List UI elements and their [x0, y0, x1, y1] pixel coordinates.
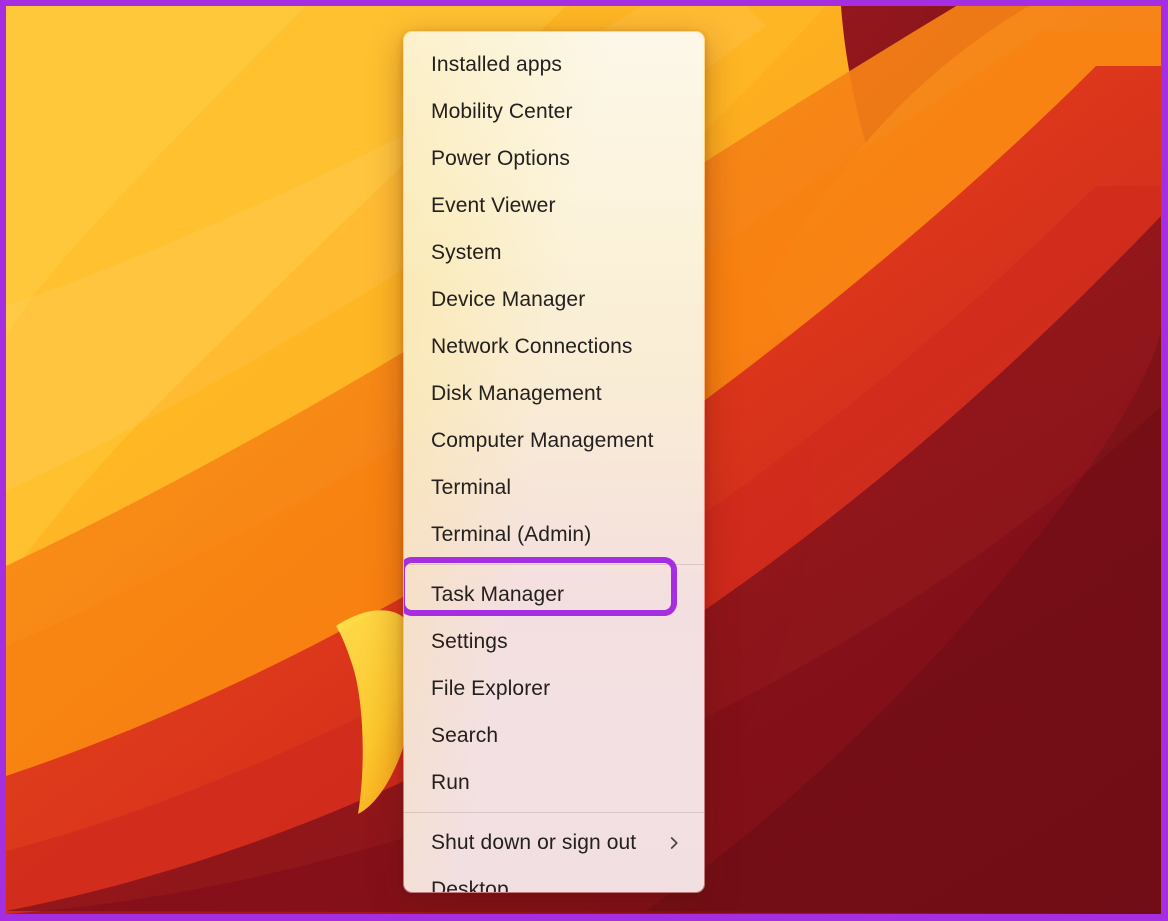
menu-item-settings[interactable]: Settings — [404, 618, 704, 665]
win-x-context-menu[interactable]: Installed apps Mobility Center Power Optio… — [403, 31, 705, 893]
menu-item-disk-management[interactable]: Disk Management — [404, 370, 704, 417]
menu-item-label: Terminal (Admin) — [431, 524, 688, 545]
menu-item-label: Event Viewer — [431, 195, 688, 216]
menu-item-label: Installed apps — [431, 54, 688, 75]
menu-item-label: Power Options — [431, 148, 688, 169]
menu-item-label: Computer Management — [431, 430, 688, 451]
menu-item-label: Shut down or sign out — [431, 832, 666, 853]
menu-item-desktop[interactable]: Desktop — [404, 866, 704, 893]
menu-item-mobility-center[interactable]: Mobility Center — [404, 88, 704, 135]
desktop-wallpaper[interactable]: Installed apps Mobility Center Power Optio… — [6, 6, 1161, 914]
menu-item-terminal-admin[interactable]: Terminal (Admin) — [404, 511, 704, 558]
menu-separator — [404, 812, 704, 813]
menu-item-file-explorer[interactable]: File Explorer — [404, 665, 704, 712]
menu-item-network-connections[interactable]: Network Connections — [404, 323, 704, 370]
menu-item-label: Task Manager — [431, 584, 688, 605]
menu-separator — [404, 564, 704, 565]
menu-item-label: Search — [431, 725, 688, 746]
menu-item-run[interactable]: Run — [404, 759, 704, 806]
menu-item-shut-down-or-sign-out[interactable]: Shut down or sign out — [404, 819, 704, 866]
menu-item-terminal[interactable]: Terminal — [404, 464, 704, 511]
menu-item-label: System — [431, 242, 688, 263]
menu-item-label: Terminal — [431, 477, 688, 498]
menu-item-label: Run — [431, 772, 688, 793]
menu-item-label: Mobility Center — [431, 101, 688, 122]
menu-item-computer-management[interactable]: Computer Management — [404, 417, 704, 464]
context-menu-list: Installed apps Mobility Center Power Optio… — [404, 32, 704, 892]
menu-item-search[interactable]: Search — [404, 712, 704, 759]
menu-item-label: Disk Management — [431, 383, 688, 404]
menu-item-label: Settings — [431, 631, 688, 652]
menu-item-device-manager[interactable]: Device Manager — [404, 276, 704, 323]
menu-item-power-options[interactable]: Power Options — [404, 135, 704, 182]
menu-item-event-viewer[interactable]: Event Viewer — [404, 182, 704, 229]
menu-item-label: Network Connections — [431, 336, 688, 357]
chevron-right-icon — [666, 835, 682, 851]
menu-item-label: Desktop — [431, 879, 688, 893]
annotated-screenshot: Installed apps Mobility Center Power Optio… — [0, 0, 1168, 921]
menu-item-label: File Explorer — [431, 678, 688, 699]
menu-item-installed-apps[interactable]: Installed apps — [404, 41, 704, 88]
menu-item-label: Device Manager — [431, 289, 688, 310]
menu-item-system[interactable]: System — [404, 229, 704, 276]
menu-item-task-manager[interactable]: Task Manager — [404, 571, 704, 618]
